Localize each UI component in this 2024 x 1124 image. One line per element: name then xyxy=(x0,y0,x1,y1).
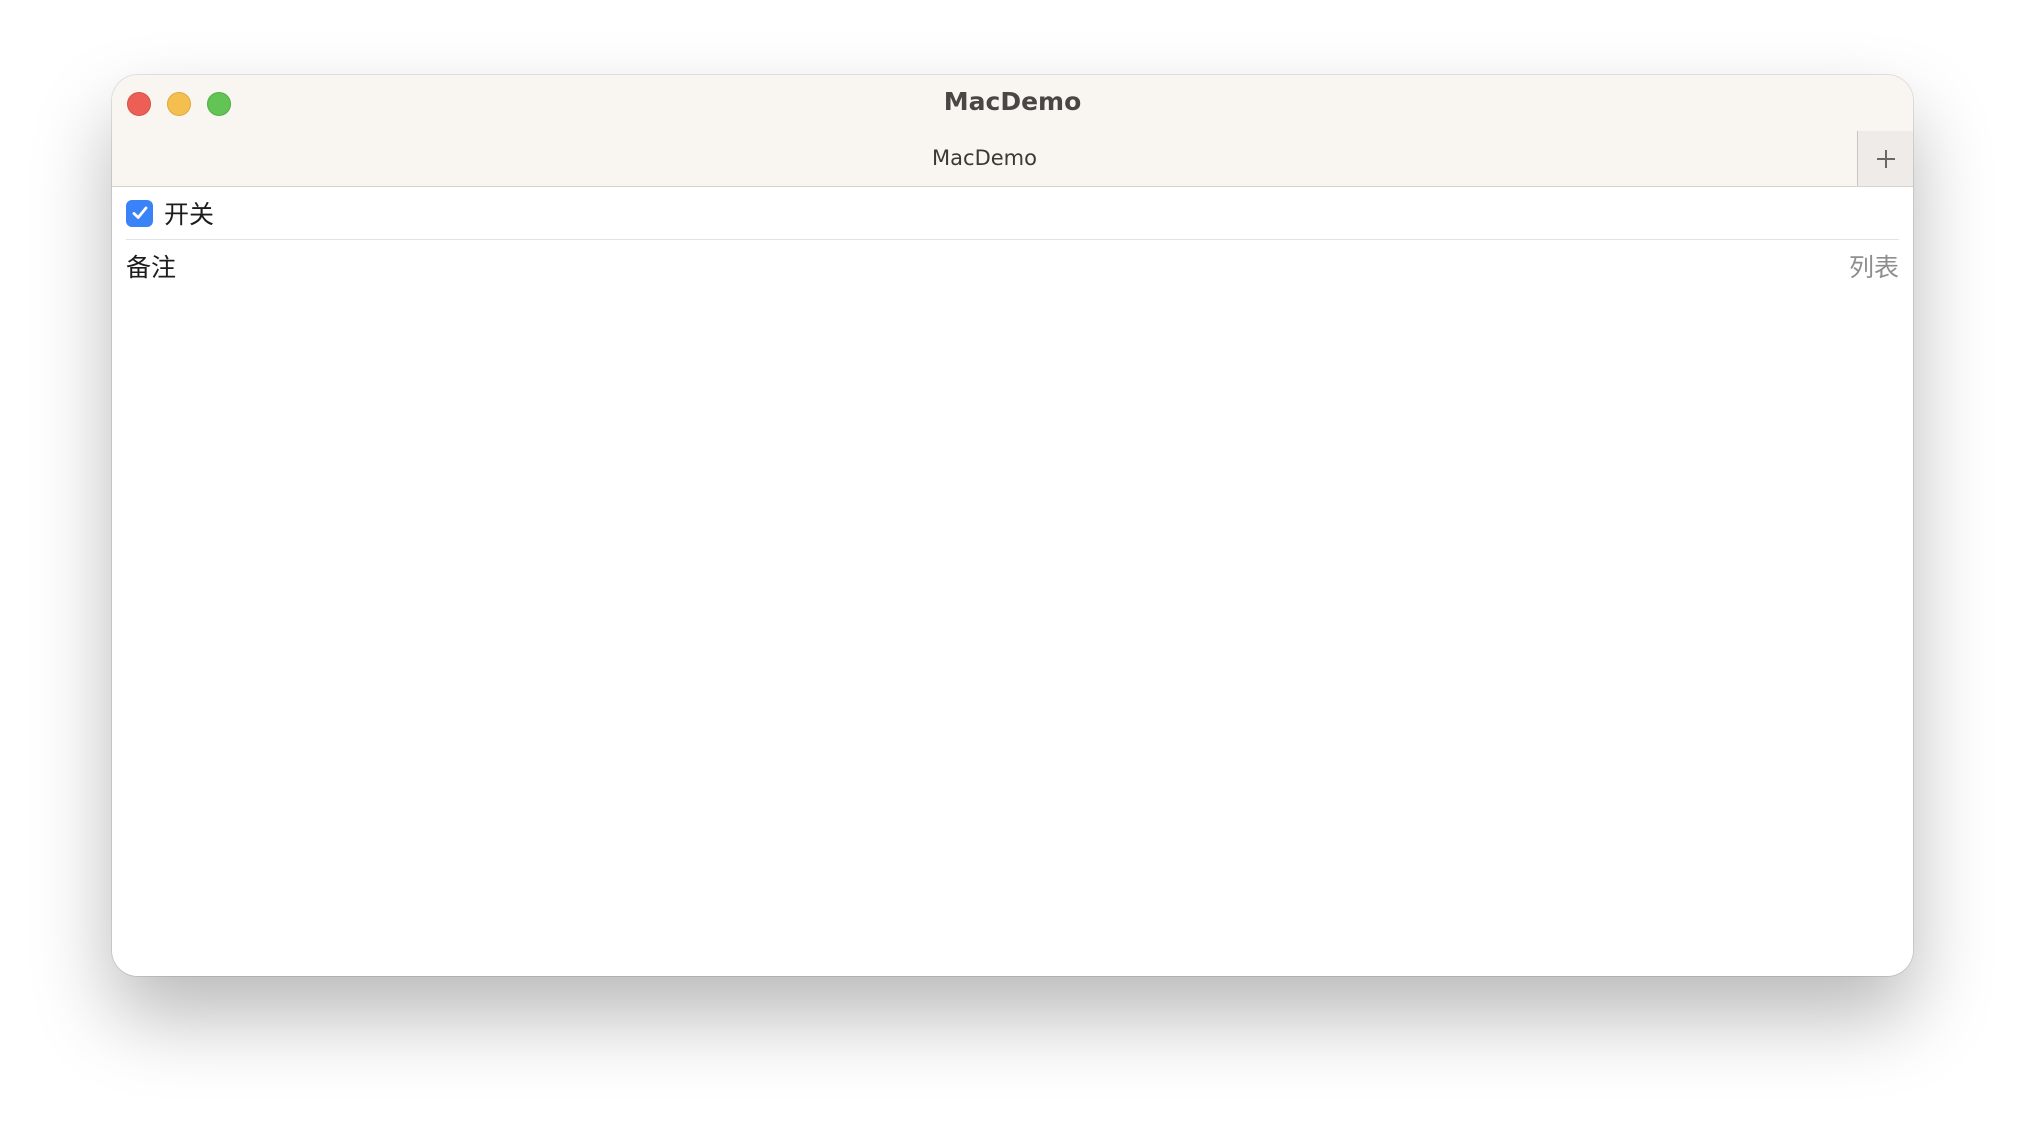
toggle-checkbox[interactable] xyxy=(126,199,153,227)
plus-icon xyxy=(1877,150,1895,168)
window-title: MacDemo xyxy=(943,87,1082,116)
title-bar[interactable]: MacDemo xyxy=(112,75,1913,131)
tab-macdemo[interactable]: MacDemo xyxy=(112,131,1857,186)
tab-bar: MacDemo xyxy=(112,131,1913,187)
toggle-label[interactable]: 开关 xyxy=(164,195,214,231)
app-window: MacDemo MacDemo 开关 备注 列表 xyxy=(112,75,1913,976)
new-tab-button[interactable] xyxy=(1857,131,1913,186)
note-label: 备注 xyxy=(126,253,177,282)
toggle-row: 开关 xyxy=(126,187,1899,240)
form-content: 开关 备注 列表 xyxy=(112,187,1913,976)
note-row[interactable]: 备注 列表 xyxy=(126,240,1899,292)
checkmark-icon xyxy=(132,206,147,219)
note-field-placeholder[interactable]: 列表 xyxy=(1849,248,1899,284)
